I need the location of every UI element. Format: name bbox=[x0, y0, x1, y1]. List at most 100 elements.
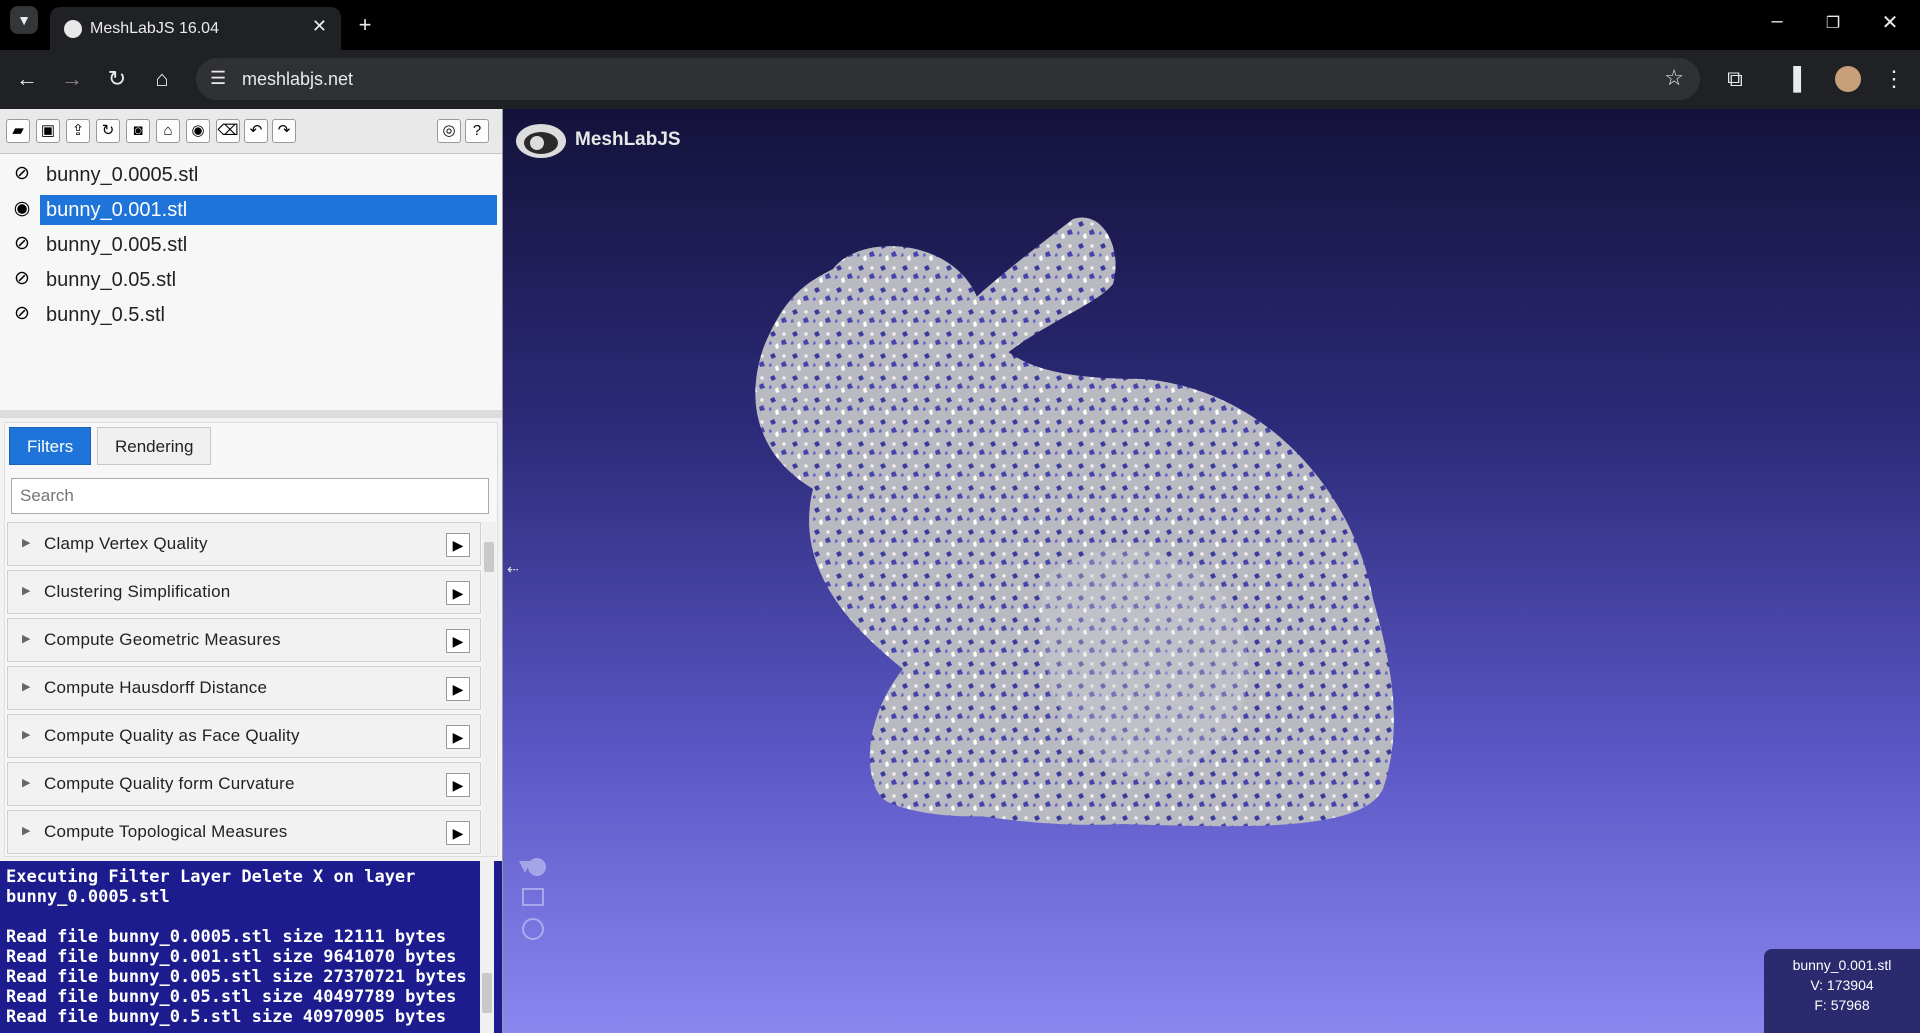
reload-icon[interactable]: ↻ bbox=[102, 64, 132, 94]
meshlabjs-app: ▰ ▣ ⇪ ↻ ◙ ⌂ ◉ ⌫ ↶ ↷ ◎ ? ⊘ bunny_0.0005.s… bbox=[0, 109, 1920, 1033]
info-faces: F: 57968 bbox=[1814, 997, 1870, 1013]
github-icon[interactable]: ◎ bbox=[437, 119, 461, 143]
filter-item[interactable]: ▶ Compute Geometric Measures ▶ bbox=[7, 618, 481, 662]
filter-item[interactable]: ▶ Compute Topological Measures ▶ bbox=[7, 810, 481, 854]
layer-item[interactable]: ⊘ bunny_0.05.stl bbox=[0, 263, 497, 295]
undo-icon[interactable]: ↶ bbox=[244, 119, 268, 143]
url-text: meshlabjs.net bbox=[242, 69, 354, 89]
address-bar[interactable]: ☰ meshlabjs.net ☆ bbox=[196, 58, 1700, 100]
reload-icon[interactable]: ↻ bbox=[96, 119, 120, 143]
filter-item[interactable]: ▶ Compute Hausdorff Distance ▶ bbox=[7, 666, 481, 710]
layer-name: bunny_0.5.stl bbox=[46, 304, 165, 326]
plus-icon[interactable]: + bbox=[350, 10, 380, 40]
info-filename: bunny_0.001.stl bbox=[1792, 957, 1892, 973]
back-arrow-icon[interactable]: ← bbox=[12, 64, 42, 94]
bunny-mesh bbox=[755, 217, 1394, 827]
camera-icon[interactable]: ◉ bbox=[186, 119, 210, 143]
layer-name: bunny_0.001.stl bbox=[40, 195, 497, 225]
left-panel: ▰ ▣ ⇪ ↻ ◙ ⌂ ◉ ⌫ ↶ ↷ ◎ ? ⊘ bunny_0.0005.s… bbox=[0, 109, 503, 1033]
layer-item[interactable]: ⊘ bunny_0.0005.stl bbox=[0, 158, 497, 190]
layer-item-selected[interactable]: ◉ bunny_0.001.stl bbox=[0, 193, 497, 225]
tab-filters[interactable]: Filters bbox=[9, 427, 92, 465]
play-icon[interactable]: ▶ bbox=[446, 725, 470, 749]
mesh-info-box: bunny_0.001.stl V: 173904 F: 57968 bbox=[1764, 949, 1920, 1033]
browser-chrome: ▼ MeshLabJS 16.04 ✕ + – ❐ ✕ ← → ↻ ⌂ ☰ me… bbox=[0, 0, 1920, 109]
home-icon[interactable]: ⌂ bbox=[147, 64, 177, 94]
chevron-down-icon[interactable]: ▼ bbox=[10, 6, 38, 34]
eye-hidden-icon[interactable]: ⊘ bbox=[10, 162, 34, 185]
layer-item[interactable]: ⊘ bunny_0.005.stl bbox=[0, 228, 497, 260]
eye-hidden-icon[interactable]: ⊘ bbox=[10, 302, 34, 325]
home-icon[interactable]: ⌂ bbox=[156, 119, 180, 143]
play-icon[interactable]: ▶ bbox=[446, 773, 470, 797]
chevron-right-icon: ▶ bbox=[22, 537, 31, 549]
delete-icon[interactable]: ⌫ bbox=[216, 119, 240, 143]
play-icon[interactable]: ▶ bbox=[446, 581, 470, 605]
restore-icon[interactable]: ❐ bbox=[1813, 13, 1853, 33]
log-console: Executing Filter Layer Delete X on layer… bbox=[0, 861, 502, 1033]
browser-toolbar: ← → ↻ ⌂ ☰ meshlabjs.net ☆ ⧉ ▌ ⋮ bbox=[0, 50, 1920, 109]
layer-item[interactable]: ⊘ bunny_0.5.stl bbox=[0, 298, 497, 330]
meshlab-favicon-icon bbox=[64, 20, 82, 38]
avatar[interactable] bbox=[1835, 66, 1861, 92]
play-icon[interactable]: ▶ bbox=[446, 677, 470, 701]
filter-item[interactable]: ▶ Clamp Vertex Quality ▶ bbox=[7, 522, 481, 566]
chevron-right-icon: ▶ bbox=[22, 681, 31, 693]
minimize-icon[interactable]: – bbox=[1757, 10, 1797, 33]
browser-tab[interactable]: MeshLabJS 16.04 ✕ bbox=[50, 7, 341, 50]
scrollbar-thumb[interactable] bbox=[484, 542, 494, 572]
tab-title: MeshLabJS 16.04 bbox=[90, 20, 219, 37]
filter-label: Compute Quality form Curvature bbox=[44, 774, 295, 793]
chevron-right-icon: ▶ bbox=[22, 825, 31, 837]
help-icon[interactable]: ? bbox=[465, 119, 489, 143]
redo-icon[interactable]: ↷ bbox=[272, 119, 296, 143]
layer-name: bunny_0.05.stl bbox=[46, 269, 177, 291]
log-text: Executing Filter Layer Delete X on layer… bbox=[6, 867, 467, 1027]
forward-arrow-icon[interactable]: → bbox=[57, 64, 87, 94]
filters-scrollbar[interactable] bbox=[482, 522, 496, 856]
filter-label: Compute Quality as Face Quality bbox=[44, 726, 300, 745]
info-vertices: V: 173904 bbox=[1810, 977, 1874, 993]
chevron-right-icon: ▶ bbox=[22, 729, 31, 741]
app-toolbar: ▰ ▣ ⇪ ↻ ◙ ⌂ ◉ ⌫ ↶ ↷ ◎ ? bbox=[0, 109, 502, 154]
open-icon[interactable]: ▰ bbox=[6, 119, 30, 143]
play-icon[interactable]: ▶ bbox=[446, 821, 470, 845]
filter-label: Clamp Vertex Quality bbox=[44, 534, 208, 553]
3d-viewport[interactable]: MeshLabJS ⇠ bunny_0.001.stl V: 173904 F:… bbox=[503, 109, 1920, 1033]
save-icon[interactable]: ▣ bbox=[36, 119, 60, 143]
eye-hidden-icon[interactable]: ⊘ bbox=[10, 267, 34, 290]
star-icon[interactable]: ☆ bbox=[1664, 65, 1684, 91]
eye-hidden-icon[interactable]: ⊘ bbox=[10, 232, 34, 255]
chevron-right-icon: ▶ bbox=[22, 777, 31, 789]
scrollbar-thumb[interactable] bbox=[482, 973, 492, 1013]
layer-list: ⊘ bunny_0.0005.stl ◉ bunny_0.001.stl ⊘ b… bbox=[0, 154, 503, 410]
play-icon[interactable]: ▶ bbox=[446, 533, 470, 557]
tab-rendering[interactable]: Rendering bbox=[97, 427, 212, 465]
log-scrollbar[interactable] bbox=[480, 861, 494, 1033]
close-window-icon[interactable]: ✕ bbox=[1870, 10, 1910, 35]
chevron-right-icon: ▶ bbox=[22, 633, 31, 645]
export-icon[interactable]: ⇪ bbox=[66, 119, 90, 143]
play-icon[interactable]: ▶ bbox=[446, 629, 470, 653]
layer-name: bunny_0.0005.stl bbox=[46, 164, 199, 186]
snapshot-icon[interactable]: ◙ bbox=[126, 119, 150, 143]
filter-label: Compute Hausdorff Distance bbox=[44, 678, 268, 697]
filter-label: Compute Topological Measures bbox=[44, 822, 288, 841]
filter-item[interactable]: ▶ Compute Quality as Face Quality ▶ bbox=[7, 714, 481, 758]
kebab-menu-icon[interactable]: ⋮ bbox=[1879, 64, 1909, 94]
vcl-cnr-logo bbox=[517, 855, 627, 950]
panel-divider[interactable] bbox=[0, 410, 502, 418]
eye-icon[interactable]: ◉ bbox=[10, 197, 34, 220]
site-settings-icon[interactable]: ☰ bbox=[210, 68, 226, 89]
filter-item[interactable]: ▶ Compute Quality form Curvature ▶ bbox=[7, 762, 481, 806]
layer-name: bunny_0.005.stl bbox=[46, 234, 188, 256]
filter-item[interactable]: ▶ Clustering Simplification ▶ bbox=[7, 570, 481, 614]
chevron-right-icon: ▶ bbox=[22, 585, 31, 597]
close-icon[interactable]: ✕ bbox=[312, 16, 327, 37]
search-input[interactable] bbox=[11, 478, 489, 514]
filter-label: Clustering Simplification bbox=[44, 582, 231, 601]
sidebar-icon[interactable]: ▌ bbox=[1786, 64, 1816, 94]
filters-panel: Filters Rendering ▶ Clamp Vertex Quality… bbox=[4, 422, 498, 857]
puzzle-icon[interactable]: ⧉ bbox=[1720, 64, 1750, 94]
filter-label: Compute Geometric Measures bbox=[44, 630, 281, 649]
